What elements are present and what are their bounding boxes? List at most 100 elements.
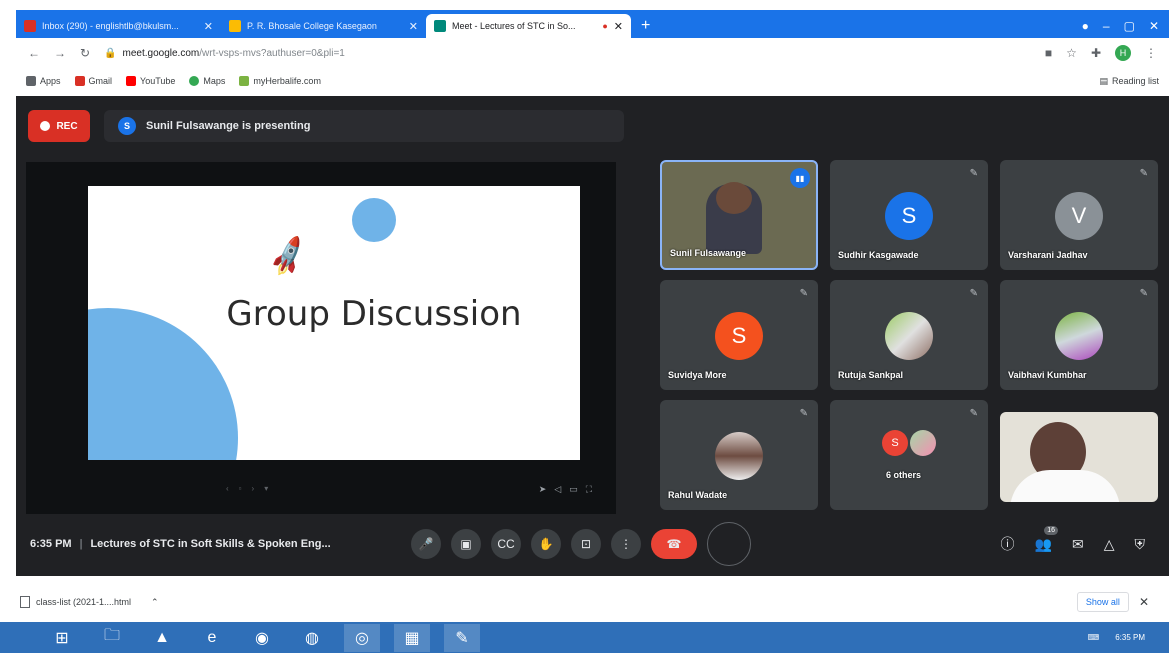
participant-tile[interactable]: ✎ S 6 others xyxy=(830,400,988,510)
close-icon[interactable]: ✕ xyxy=(409,20,418,33)
hand-icon: ✋ xyxy=(538,537,554,551)
meet-area: REC S Sunil Fulsawange is presenting 🚀 G… xyxy=(16,96,1169,576)
participant-tile[interactable]: ✎ S Suvidya More xyxy=(660,280,818,390)
download-shelf: class-list (2021-1....html ⌃ Show all ✕ xyxy=(0,582,1169,622)
self-view-tile[interactable] xyxy=(1000,412,1158,502)
reaction-button[interactable] xyxy=(707,522,751,566)
people-icon: 👥 xyxy=(1034,535,1052,552)
chrome-icon[interactable]: ◎ xyxy=(344,623,380,652)
app-icon[interactable]: ✎ xyxy=(444,623,480,652)
camera-icon[interactable]: ■ xyxy=(1045,46,1052,60)
participant-tile[interactable]: ✎ Rutuja Sankpal xyxy=(830,280,988,390)
recording-badge[interactable]: REC xyxy=(28,110,90,142)
close-icon[interactable]: ✕ xyxy=(1139,595,1149,609)
account-icon[interactable]: ● xyxy=(1082,19,1089,33)
leave-call-button[interactable]: ☎ xyxy=(651,529,697,559)
reload-icon[interactable]: ↻ xyxy=(80,46,90,60)
captions-button[interactable]: CC xyxy=(491,529,521,559)
extensions-icon[interactable]: ✚ xyxy=(1091,46,1101,60)
new-tab-button[interactable]: + xyxy=(631,14,660,38)
prev-slide-icon[interactable]: ‹ xyxy=(226,484,229,493)
presenting-banner: S Sunil Fulsawange is presenting xyxy=(104,110,624,142)
back-icon[interactable]: ← xyxy=(28,46,40,60)
slide-title: Group Discussion xyxy=(226,294,522,334)
raise-hand-button[interactable]: ✋ xyxy=(531,529,561,559)
slide-controls: ‹ ▫ › ▾ xyxy=(226,484,268,493)
bookmark-apps[interactable]: Apps xyxy=(26,76,61,86)
info-icon[interactable]: ⓘ xyxy=(1001,534,1015,554)
bookmark-herbalife[interactable]: myHerbalife.com xyxy=(239,76,321,86)
recording-dot-icon: ● xyxy=(602,21,608,31)
folder-icon[interactable]: 🗀 xyxy=(94,624,130,652)
participant-tile[interactable]: ✎ S Sudhir Kasgawade xyxy=(830,160,988,270)
star-icon[interactable]: ☆ xyxy=(1066,46,1077,60)
activities-icon[interactable]: △ xyxy=(1104,536,1115,553)
window-controls: ● – ▢ ✕ xyxy=(1082,14,1169,38)
participant-name: Suvidya More xyxy=(668,370,727,380)
next-slide-icon[interactable]: › xyxy=(252,484,255,493)
mic-button[interactable]: 🎤 xyxy=(411,529,441,559)
record-icon xyxy=(40,121,51,131)
more-options-button[interactable]: ⋮ xyxy=(611,529,641,559)
url-field[interactable]: 🔒 meet.google.com/wrt-vsps-mvs?authuser=… xyxy=(104,48,345,59)
show-all-button[interactable]: Show all xyxy=(1076,592,1129,612)
fullscreen-icon[interactable]: ⛶ xyxy=(586,484,592,495)
gmail-icon xyxy=(74,76,85,86)
bookmark-gmail[interactable]: Gmail xyxy=(74,76,113,86)
clock[interactable]: 6:35 PM xyxy=(1115,633,1145,643)
menu-icon[interactable]: ⋮ xyxy=(1145,46,1157,60)
reading-list[interactable]: ▤ Reading list xyxy=(1099,76,1159,87)
start-icon[interactable]: ⊞ xyxy=(44,624,80,652)
vlc-icon[interactable]: ▲ xyxy=(144,624,180,652)
people-button[interactable]: 👥 16 xyxy=(1034,525,1058,553)
present-button[interactable]: ⊡ xyxy=(571,529,601,559)
apps-icon xyxy=(26,76,36,86)
divider: | xyxy=(79,538,83,550)
tab-college[interactable]: P. R. Bhosale College Kasegaon ✕ xyxy=(221,14,426,38)
captions-icon[interactable]: ▭ xyxy=(569,484,578,495)
audio-icon[interactable]: ◁ xyxy=(554,484,561,495)
herbalife-icon xyxy=(239,76,250,86)
hang-up-icon: ☎ xyxy=(666,537,682,551)
profile-avatar[interactable]: H xyxy=(1115,45,1131,61)
reading-list-label: Reading list xyxy=(1111,76,1159,86)
captions-icon: CC xyxy=(497,537,515,551)
ie-icon[interactable]: e xyxy=(194,624,230,652)
powerpoint-icon[interactable]: ▦ xyxy=(394,623,430,652)
participant-tile[interactable]: ✎ Rahul Wadate xyxy=(660,400,818,510)
media-icon[interactable]: ◉ xyxy=(244,624,280,652)
camera-icon: ▣ xyxy=(460,537,472,551)
bookmark-label: myHerbalife.com xyxy=(253,76,321,86)
camera-button[interactable]: ▣ xyxy=(451,529,481,559)
bookmark-maps[interactable]: Maps xyxy=(189,76,225,86)
meet-icon xyxy=(434,20,446,32)
chat-icon[interactable]: ✉ xyxy=(1072,536,1084,553)
participant-tile[interactable]: ✎ Vaibhavi Kumbhar xyxy=(1000,280,1158,390)
download-item[interactable]: class-list (2021-1....html ⌃ xyxy=(20,596,159,608)
bookmark-label: Gmail xyxy=(88,76,113,86)
close-window-icon[interactable]: ✕ xyxy=(1149,19,1159,33)
tab-meet[interactable]: Meet - Lectures of STC in So... ● ✕ xyxy=(426,14,631,38)
presenter-avatar: S xyxy=(118,117,136,135)
maximize-icon[interactable]: ▢ xyxy=(1124,19,1135,33)
participant-tile[interactable]: ✎ V Varsharani Jadhav xyxy=(1000,160,1158,270)
keyboard-icon[interactable]: ⌨ xyxy=(1088,633,1100,642)
firefox-icon[interactable]: ◍ xyxy=(294,624,330,652)
minimize-icon[interactable]: – xyxy=(1103,19,1110,33)
fit-icon[interactable]: ▾ xyxy=(264,484,268,493)
participant-tile[interactable]: ▮▮ Sunil Fulsawange xyxy=(660,160,818,270)
bookmark-youtube[interactable]: YouTube xyxy=(126,76,175,86)
mic-off-icon: ✎ xyxy=(1139,168,1148,179)
pointer-icon[interactable]: ➤ xyxy=(539,484,547,495)
self-video xyxy=(1010,470,1120,502)
close-icon[interactable]: ✕ xyxy=(614,20,623,33)
participant-photo xyxy=(885,312,933,360)
close-icon[interactable]: ✕ xyxy=(204,20,213,33)
meeting-info: 6:35 PM | Lectures of STC in Soft Skills &… xyxy=(16,538,406,550)
chevron-up-icon[interactable]: ⌃ xyxy=(151,597,159,608)
gmail-icon xyxy=(24,20,36,32)
slide-counter-icon: ▫ xyxy=(238,484,242,493)
tab-gmail[interactable]: Inbox (290) - englishtlb@bkulsm... ✕ xyxy=(16,14,221,38)
host-controls-icon[interactable]: ⛨ xyxy=(1135,536,1146,553)
forward-icon[interactable]: → xyxy=(54,46,66,60)
